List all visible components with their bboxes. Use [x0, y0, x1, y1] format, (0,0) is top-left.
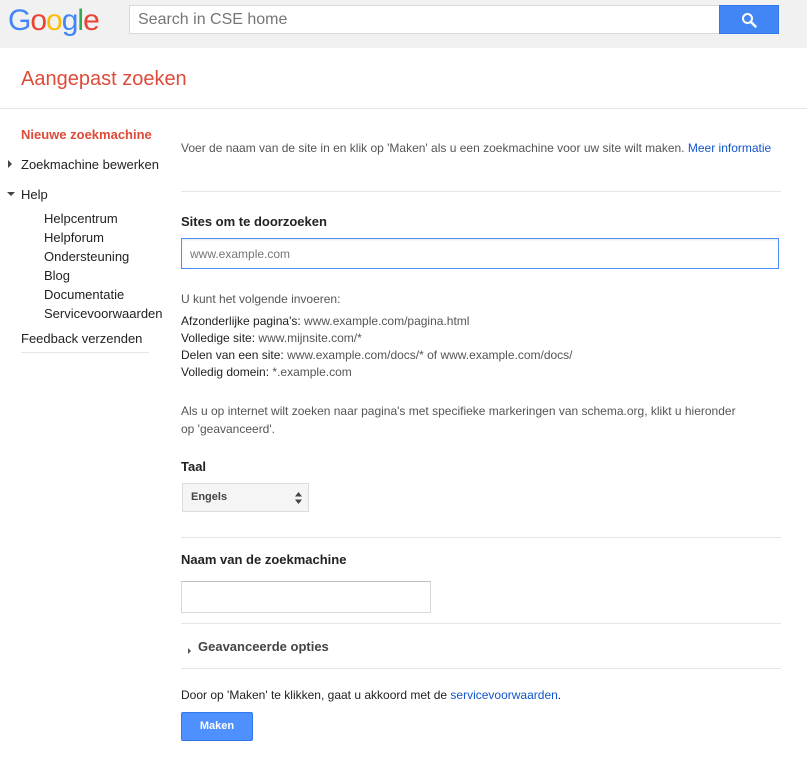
example-line: Afzonderlijke pagina's: www.example.com/… [181, 313, 469, 330]
example-line: Volledige site: www.mijnsite.com/* [181, 330, 362, 347]
example-value: www.mijnsite.com/* [258, 331, 362, 345]
sidebar-item-new-engine[interactable]: Nieuwe zoekmachine [21, 127, 152, 142]
app-header: Aangepast zoeken [0, 48, 807, 109]
example-line: Delen van een site: www.example.com/docs… [181, 347, 573, 364]
page-title: Aangepast zoeken [21, 68, 187, 90]
logo-letter: o [46, 4, 63, 37]
divider [181, 668, 781, 669]
google-logo[interactable]: Google [8, 4, 100, 38]
sites-label: Sites om te doorzoeken [181, 214, 327, 229]
sidebar-divider [21, 352, 149, 353]
sidebar-link-blog[interactable]: Blog [44, 268, 70, 283]
example-label: Afzonderlijke pagina's: [181, 314, 301, 328]
make-button[interactable]: Maken [181, 712, 253, 741]
expand-arrow-icon[interactable] [8, 160, 12, 168]
consent-suffix: . [557, 688, 562, 702]
engine-name-label: Naam van de zoekmachine [181, 552, 347, 567]
search-icon [742, 12, 757, 28]
sidebar-item-feedback[interactable]: Feedback verzenden [21, 331, 142, 346]
example-value: *.example.com [272, 365, 352, 379]
sidebar-link-documentation[interactable]: Documentatie [44, 287, 124, 302]
example-line: Volledig domein: *.example.com [181, 364, 352, 381]
language-label: Taal [181, 459, 207, 474]
intro-sentence: Voer de naam van de site in en klik op '… [181, 141, 685, 155]
example-label: Delen van een site: [181, 348, 284, 362]
up-down-arrows-icon [295, 492, 302, 504]
sidebar-link-terms[interactable]: Servicevoorwaarden [44, 306, 163, 321]
logo-letter: e [83, 4, 100, 37]
sidebar-link-helpforum[interactable]: Helpforum [44, 230, 104, 245]
more-info-link[interactable]: Meer informatie [688, 141, 771, 155]
can-enter-text: U kunt het volgende invoeren: [181, 292, 341, 306]
schema-note: Als u op internet wilt zoeken naar pagin… [181, 404, 736, 436]
consent-prefix: Door op 'Maken' te klikken, gaat u akkoo… [181, 688, 448, 702]
terms-link[interactable]: servicevoorwaarden [450, 688, 557, 702]
sidebar-item-help[interactable]: Help [21, 187, 48, 202]
expand-arrow-icon[interactable] [188, 648, 191, 654]
language-select[interactable]: Engels [182, 483, 309, 512]
example-value: www.example.com/pagina.html [304, 314, 470, 328]
example-value: www.example.com/docs/* of www.example.co… [287, 348, 573, 362]
example-label: Volledige site: [181, 331, 256, 345]
sidebar-link-support[interactable]: Ondersteuning [44, 249, 129, 264]
top-bar: Google [0, 0, 807, 48]
sidebar-link-helpcenter[interactable]: Helpcentrum [44, 211, 118, 226]
example-label: Volledig domein: [181, 365, 270, 379]
consent-text: Door op 'Maken' te klikken, gaat u akkoo… [181, 688, 561, 702]
divider [181, 537, 781, 538]
collapse-arrow-icon[interactable] [7, 192, 15, 196]
engine-name-input[interactable] [181, 581, 431, 613]
sidebar-item-edit-engine[interactable]: Zoekmachine bewerken [21, 157, 159, 172]
advanced-options-toggle[interactable]: Geavanceerde opties [198, 639, 329, 654]
search-input[interactable] [129, 5, 720, 34]
logo-letter: g [61, 4, 79, 37]
sites-input[interactable] [181, 238, 779, 269]
divider [181, 623, 781, 624]
divider [181, 191, 781, 192]
logo-letter: o [30, 4, 47, 37]
logo-letter: G [8, 4, 31, 37]
intro-text: Voer de naam van de site in en klik op '… [181, 140, 781, 156]
language-value: Engels [191, 491, 228, 503]
search-button[interactable] [719, 5, 779, 34]
